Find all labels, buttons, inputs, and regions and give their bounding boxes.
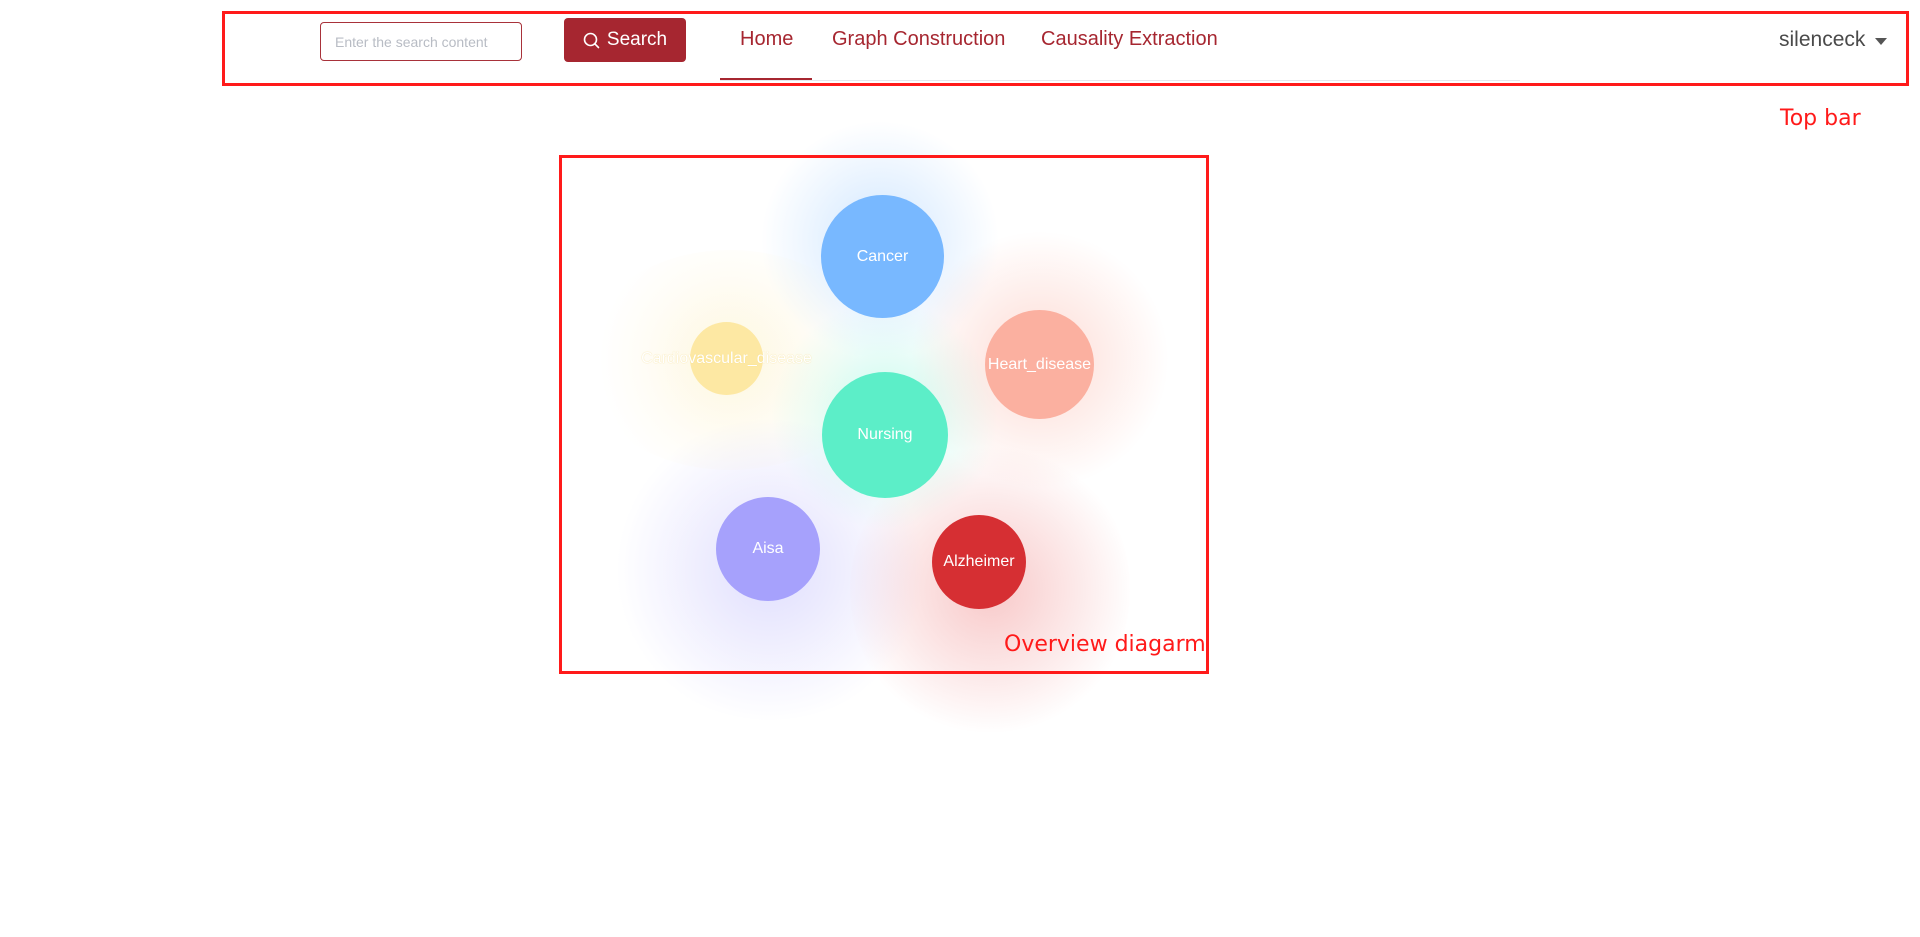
overview-annotation-label: Overview diagarm (1004, 632, 1206, 657)
top-bar-annotation-label: Top bar (1780, 106, 1861, 131)
node-label: Alzheimer (943, 553, 1015, 570)
node-label: Heart_disease (987, 355, 1092, 373)
overview-annotation-box (559, 155, 1209, 674)
node-label: Nursing (857, 426, 913, 443)
node-label: Cancer (856, 247, 909, 265)
node-label: Aisa (752, 540, 784, 557)
node-label: Cardiovascular_disease (641, 349, 812, 367)
page: Cancer Cardiovascular_disease Heart_dise… (0, 0, 1920, 937)
top-bar-annotation-box (222, 11, 1909, 86)
